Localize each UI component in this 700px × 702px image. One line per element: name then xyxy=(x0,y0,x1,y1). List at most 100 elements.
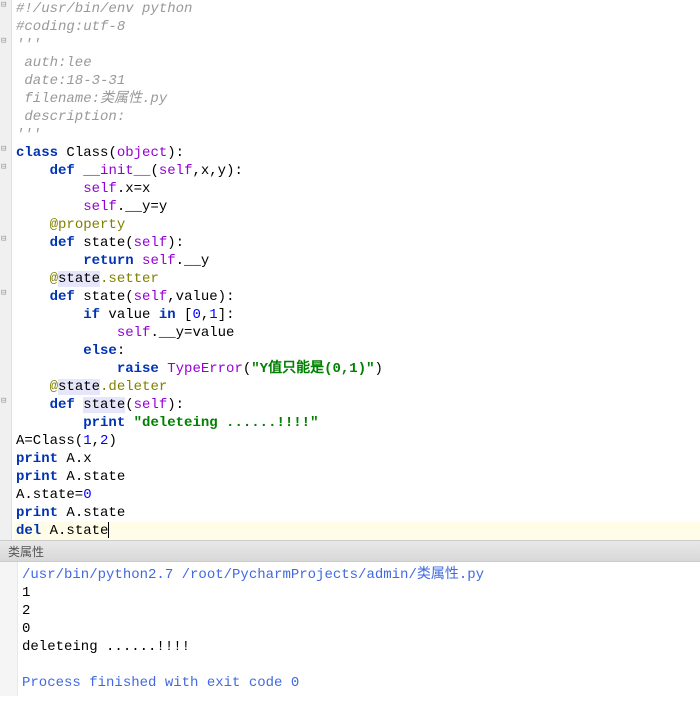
init-method: __init__ xyxy=(83,163,150,179)
in-keyword: in xyxy=(159,307,176,323)
code-line[interactable]: print A.x xyxy=(14,450,700,468)
code-line[interactable]: #coding:utf-8 xyxy=(14,18,700,36)
fold-icon[interactable]: ⊟ xyxy=(1,36,6,46)
decorator-name: state xyxy=(58,271,100,287)
method-name: state xyxy=(75,235,125,251)
print-keyword: print xyxy=(16,505,58,521)
code-line[interactable]: print A.state xyxy=(14,468,700,486)
code-line[interactable]: def state(self,value): xyxy=(14,288,700,306)
string-literal: "Y值只能是(0,1)" xyxy=(251,361,374,377)
code-text: A.state xyxy=(58,469,125,485)
code-line[interactable]: @state.setter xyxy=(14,270,700,288)
text-cursor xyxy=(108,522,109,538)
code-line[interactable]: if value in [0,1]: xyxy=(14,306,700,324)
self-keyword: self xyxy=(134,397,168,413)
paren: ) xyxy=(108,433,116,449)
code-line[interactable]: A.state=0 xyxy=(14,486,700,504)
string-literal: "deleteing ......!!!!" xyxy=(134,415,319,431)
self-keyword: self xyxy=(142,253,176,269)
def-keyword: def xyxy=(50,289,75,305)
docstring-line: filename:类属性.py xyxy=(16,91,167,107)
number-literal: 0 xyxy=(83,487,91,503)
code-editor[interactable]: ⊟ ⊟ ⊟ ⊟ ⊟ ⊟ ⊟ #!/usr/bin/env python #cod… xyxy=(0,0,700,540)
docstring-line: date:18-3-31 xyxy=(16,73,125,89)
paren: ( xyxy=(108,145,116,161)
console-output[interactable]: /usr/bin/python2.7 /root/PycharmProjects… xyxy=(0,562,700,696)
code-line[interactable]: #!/usr/bin/env python xyxy=(14,0,700,18)
paren: ): xyxy=(167,145,184,161)
code-text: A.x xyxy=(58,451,92,467)
print-keyword: print xyxy=(16,469,58,485)
self-keyword: self xyxy=(134,235,168,251)
code-line[interactable]: def state(self): xyxy=(14,396,700,414)
def-keyword: def xyxy=(50,397,75,413)
code-line[interactable]: @property xyxy=(14,216,700,234)
fold-icon[interactable]: ⊟ xyxy=(1,162,6,172)
console-output-line: 1 xyxy=(22,584,700,602)
code-line[interactable]: ''' xyxy=(14,126,700,144)
code-line[interactable]: def __init__(self,x,y): xyxy=(14,162,700,180)
code-line[interactable]: self.x=x xyxy=(14,180,700,198)
console-blank xyxy=(22,656,700,674)
class-keyword: class xyxy=(16,145,58,161)
code-line[interactable]: filename:类属性.py xyxy=(14,90,700,108)
paren: ) xyxy=(375,361,383,377)
console-exit-message: Process finished with exit code 0 xyxy=(22,674,700,692)
docstring-end: ''' xyxy=(16,127,41,143)
setter-decorator: .setter xyxy=(100,271,159,287)
code-line[interactable]: print "deleteing ......!!!!" xyxy=(14,414,700,432)
class-name: Class xyxy=(58,145,108,161)
code-line[interactable]: date:18-3-31 xyxy=(14,72,700,90)
code-line[interactable]: return self.__y xyxy=(14,252,700,270)
paren: ( xyxy=(125,235,133,251)
shebang-comment: #!/usr/bin/env python xyxy=(16,1,192,17)
self-keyword: self xyxy=(117,325,151,341)
number-literal: 1 xyxy=(83,433,91,449)
deleter-decorator: .deleter xyxy=(100,379,167,395)
builtin-object: object xyxy=(117,145,167,161)
fold-icon[interactable]: ⊟ xyxy=(1,234,6,244)
print-keyword: print xyxy=(16,451,58,467)
code-line-active[interactable]: del A.state xyxy=(14,522,700,540)
self-keyword: self xyxy=(83,199,117,215)
code-line[interactable]: raise TypeError("Y值只能是(0,1)") xyxy=(14,360,700,378)
code-text: A.state= xyxy=(16,487,83,503)
code-line[interactable]: description: xyxy=(14,108,700,126)
run-tab-label[interactable]: 类属性 xyxy=(0,540,700,562)
if-keyword: if xyxy=(83,307,100,323)
code-line[interactable]: self.__y=value xyxy=(14,324,700,342)
code-line[interactable]: @state.deleter xyxy=(14,378,700,396)
code-text: A=Class( xyxy=(16,433,83,449)
console-output-line: 0 xyxy=(22,620,700,638)
property-decorator: @property xyxy=(50,217,126,233)
fold-icon[interactable]: ⊟ xyxy=(1,144,6,154)
code-line[interactable]: print A.state xyxy=(14,504,700,522)
at-symbol: @ xyxy=(50,271,58,287)
code-text: .x=x xyxy=(117,181,151,197)
fold-icon[interactable]: ⊟ xyxy=(1,0,6,10)
decorator-name: state xyxy=(58,379,100,395)
code-line[interactable]: def state(self): xyxy=(14,234,700,252)
fold-icon[interactable]: ⊟ xyxy=(1,396,6,406)
raise-keyword: raise xyxy=(117,361,159,377)
code-line[interactable]: ''' xyxy=(14,36,700,54)
code-line[interactable]: else: xyxy=(14,342,700,360)
code-line[interactable]: self.__y=y xyxy=(14,198,700,216)
self-keyword: self xyxy=(83,181,117,197)
fold-icon[interactable]: ⊟ xyxy=(1,288,6,298)
docstring-start: ''' xyxy=(16,37,41,53)
console-output-line: 2 xyxy=(22,602,700,620)
code-line[interactable]: A=Class(1,2) xyxy=(14,432,700,450)
method-name: state xyxy=(75,289,125,305)
code-text: .__y=y xyxy=(117,199,167,215)
code-line[interactable]: class Class(object): xyxy=(14,144,700,162)
code-text: value xyxy=(100,307,159,323)
paren: ( xyxy=(125,397,133,413)
code-text: .__y=value xyxy=(150,325,234,341)
bracket: ]: xyxy=(218,307,235,323)
editor-gutter: ⊟ ⊟ ⊟ ⊟ ⊟ ⊟ ⊟ xyxy=(0,0,12,540)
code-text: .__y xyxy=(176,253,210,269)
number-literal: 1 xyxy=(209,307,217,323)
docstring-line: description: xyxy=(16,109,125,125)
code-line[interactable]: auth:lee xyxy=(14,54,700,72)
